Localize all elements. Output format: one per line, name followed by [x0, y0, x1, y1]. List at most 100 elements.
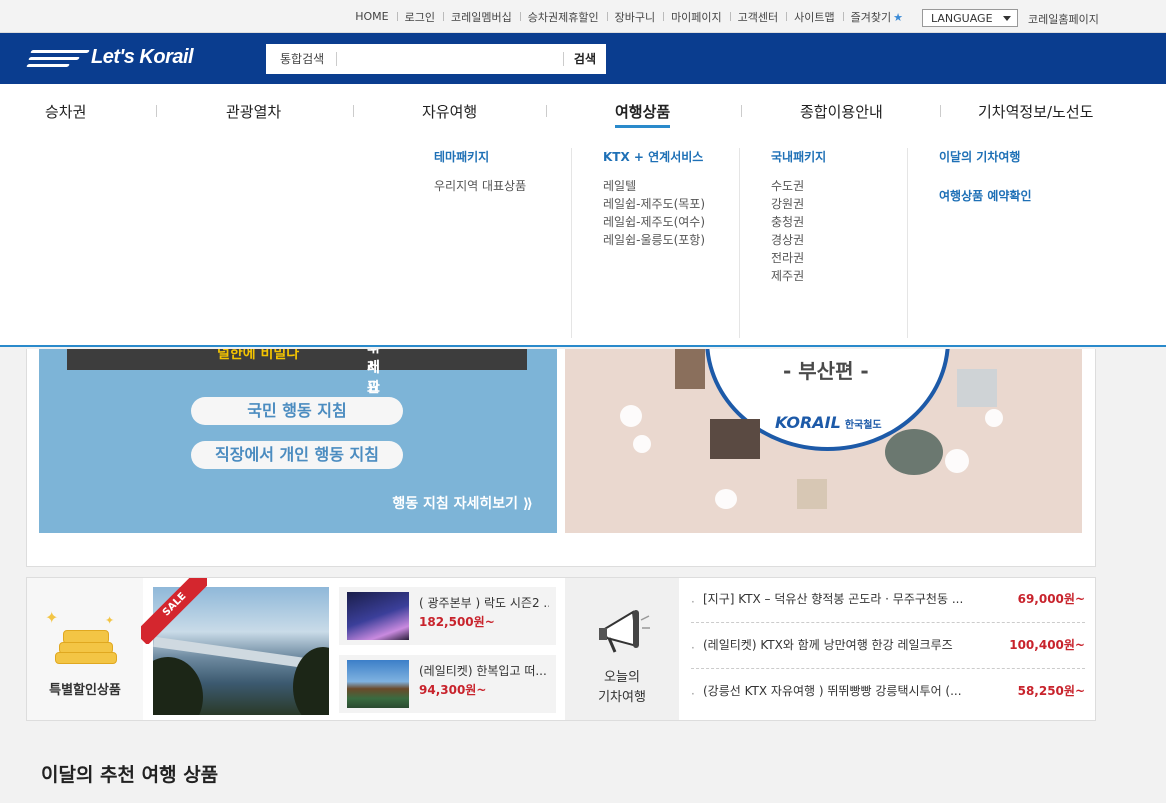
- logo-text: Let's Korail: [91, 46, 194, 68]
- special-discount-box[interactable]: ✦ ✦ 특별할인상품: [27, 578, 143, 720]
- util-link-login[interactable]: 로그인: [396, 9, 443, 25]
- chevron-down-icon: [1003, 16, 1011, 21]
- language-select[interactable]: LANGUAGE: [922, 9, 1018, 27]
- menu-col-theme: 테마패키지 우리지역 대표상품: [434, 148, 571, 338]
- cloud-decoration: [985, 409, 1003, 427]
- megaphone-icon: [595, 606, 651, 658]
- util-link-membership[interactable]: 코레일멤버십: [443, 9, 520, 25]
- logo-swoosh-icon: [26, 47, 90, 69]
- menu-heading-reservation[interactable]: 여행상품 예약확인: [939, 187, 1087, 204]
- banner-headline-bar: 외래관덜한에 비밀다루세요: [67, 349, 527, 396]
- today-travel-box[interactable]: 오늘의 기차여행: [565, 578, 679, 720]
- korail-home-link[interactable]: 코레일홈페이지: [1028, 11, 1099, 27]
- menu-heading-ktx[interactable]: KTX + 연계서비스: [603, 148, 739, 165]
- search-input[interactable]: [337, 45, 563, 73]
- nav-item-tour-trains[interactable]: 관광열차: [226, 101, 281, 122]
- nav-item-free-travel[interactable]: 자유여행: [422, 101, 477, 122]
- util-link-support[interactable]: 고객센터: [729, 9, 786, 25]
- menu-heading-domestic[interactable]: 국내패키지: [771, 148, 907, 165]
- product-price: 182,500원~: [419, 615, 495, 629]
- banner-guidelines[interactable]: 외래관덜한에 비밀다루세요 국민 행동 지침 직장에서 개인 행동 지침 행동 …: [39, 349, 557, 533]
- menu-item[interactable]: 레일쉽-울릉도(포항): [603, 231, 739, 249]
- search-button[interactable]: 검색: [562, 52, 606, 66]
- util-link-mypage[interactable]: 마이페이지: [663, 9, 730, 25]
- star-icon: ★: [893, 10, 903, 24]
- product-title: ( 광주본부 ) 락도 시즌2 ...: [419, 596, 549, 610]
- banner-busan[interactable]: - 부산편 - KORAIL 한국철도: [565, 349, 1082, 533]
- menu-item[interactable]: 제주권: [771, 267, 907, 285]
- util-link-sitemap[interactable]: 사이트맵: [786, 9, 842, 25]
- product-card[interactable]: ( 광주본부 ) 락도 시즌2 ... 182,500원~: [339, 587, 556, 645]
- menu-item[interactable]: 경상권: [771, 231, 907, 249]
- cloud-decoration: [715, 489, 737, 509]
- product-card[interactable]: (레일티켓) 한복입고 떠... 94,300원~: [339, 655, 556, 713]
- banner-korail-logo: KORAIL 한국철도: [775, 413, 882, 432]
- search-scope[interactable]: 통합검색: [266, 52, 338, 66]
- special-discount-label: 특별할인상품: [49, 683, 121, 698]
- nav-separator: [156, 105, 157, 117]
- menu-col-ktx: KTX + 연계서비스 레일텔 레일쉽-제주도(목포) 레일쉽-제주도(여수) …: [571, 148, 739, 338]
- guideline-more-link[interactable]: 행동 지침 자세히보기 ⟫: [392, 493, 533, 513]
- list-item-title: (레일티켓) KTX와 함께 낭만여행 한강 레일크루즈: [703, 638, 953, 652]
- menu-item[interactable]: 레일쉽-제주도(목포): [603, 195, 739, 213]
- menu-heading-theme[interactable]: 테마패키지: [434, 148, 571, 165]
- menu-col-extra: 이달의 기차여행 여행상품 예약확인: [907, 148, 1087, 338]
- utility-links: HOME 로그인 코레일멤버십 승차권제휴할인 장바구니 마이페이지 고객센터 …: [347, 0, 911, 33]
- nav-item-guide[interactable]: 종합이용안내: [800, 101, 883, 122]
- landmark-illustration: [797, 479, 827, 509]
- search-box: 통합검색 검색: [266, 44, 606, 74]
- list-item[interactable]: · (강릉선 KTX 자유여행 ) 뛰뛰빵빵 강릉택시투어 (... 58,25…: [691, 670, 1085, 715]
- promo-strip: ✦ ✦ 특별할인상품 SALE ( 광주본부 ) 락도 시즌2 ... 182,…: [26, 577, 1096, 721]
- menu-item[interactable]: 레일텔: [603, 177, 739, 195]
- util-link-favorites[interactable]: 즐겨찾기 ★: [842, 9, 911, 25]
- list-item-title: (강릉선 KTX 자유여행 ) 뛰뛰빵빵 강릉택시투어 (...: [703, 684, 962, 698]
- menu-item[interactable]: 전라권: [771, 249, 907, 267]
- banner-headline: 외래관덜한에 비밀다루세요: [217, 349, 380, 396]
- guideline-pill-citizen[interactable]: 국민 행동 지침: [191, 397, 403, 425]
- menu-item[interactable]: 레일쉽-제주도(여수): [603, 213, 739, 231]
- util-link-discount[interactable]: 승차권제휴할인: [519, 9, 607, 25]
- product-title: (레일티켓) 한복입고 떠...: [419, 664, 547, 678]
- language-label: LANGUAGE: [931, 11, 993, 25]
- cloud-decoration: [620, 405, 642, 427]
- nav-separator: [940, 105, 941, 117]
- landmark-illustration: [675, 349, 705, 389]
- mega-menu: 테마패키지 우리지역 대표상품 KTX + 연계서비스 레일텔 레일쉽-제주도(…: [0, 136, 1166, 347]
- favorites-label: 즐겨찾기: [850, 10, 892, 24]
- util-link-home[interactable]: HOME: [347, 10, 396, 23]
- section-title: 이달의 추천 여행 상품: [41, 764, 219, 786]
- nav-item-station-info[interactable]: 기차역정보/노선도: [978, 101, 1093, 122]
- nav-separator: [546, 105, 547, 117]
- menu-heading-monthly[interactable]: 이달의 기차여행: [939, 148, 1087, 165]
- nav-item-travel-products[interactable]: 여행상품: [615, 101, 671, 128]
- list-item[interactable]: · (레일티켓) KTX와 함께 낭만여행 한강 레일크루즈 100,400원~: [691, 624, 1085, 669]
- utility-bar: HOME 로그인 코레일멤버십 승차권제휴할인 장바구니 마이페이지 고객센터 …: [0, 0, 1166, 33]
- bullet-icon: ·: [691, 595, 695, 609]
- logo[interactable]: Let's Korail: [26, 46, 194, 69]
- coins-icon: ✦ ✦: [45, 608, 117, 664]
- bullet-icon: ·: [691, 687, 695, 701]
- sale-ribbon: SALE: [141, 578, 207, 644]
- landmark-illustration: [957, 369, 997, 407]
- list-item[interactable]: · [지구] KTX – 덕유산 향적봉 곤도라 · 무주구천동 ... 69,…: [691, 578, 1085, 623]
- list-item-price: 69,000원~: [1017, 592, 1085, 606]
- menu-item[interactable]: 충청권: [771, 213, 907, 231]
- bullet-icon: ·: [691, 641, 695, 655]
- cloud-decoration: [633, 435, 651, 453]
- menu-item[interactable]: 우리지역 대표상품: [434, 177, 571, 195]
- main-nav: 승차권 관광열차 자유여행 여행상품 종합이용안내 기차역정보/노선도: [0, 84, 1166, 136]
- menu-item[interactable]: 강원권: [771, 195, 907, 213]
- list-item-title: [지구] KTX – 덕유산 향적봉 곤도라 · 무주구천동 ...: [703, 592, 964, 606]
- menu-col-domestic: 국내패키지 수도권 강원권 충청권 경상권 전라권 제주권: [739, 148, 907, 338]
- stadium-illustration: [885, 429, 943, 475]
- util-link-cart[interactable]: 장바구니: [606, 9, 663, 25]
- nav-item-tickets[interactable]: 승차권: [45, 101, 86, 122]
- tree-illustration: [153, 657, 203, 715]
- list-item-price: 58,250원~: [1017, 684, 1085, 698]
- banner-area: 외래관덜한에 비밀다루세요 국민 행동 지침 직장에서 개인 행동 지침 행동 …: [26, 349, 1096, 567]
- list-item-price: 100,400원~: [1009, 638, 1085, 652]
- menu-item[interactable]: 수도권: [771, 177, 907, 195]
- landmark-illustration: [710, 419, 760, 459]
- guideline-pill-workplace[interactable]: 직장에서 개인 행동 지침: [191, 441, 403, 469]
- today-travel-label: 오늘의 기차여행: [598, 670, 646, 705]
